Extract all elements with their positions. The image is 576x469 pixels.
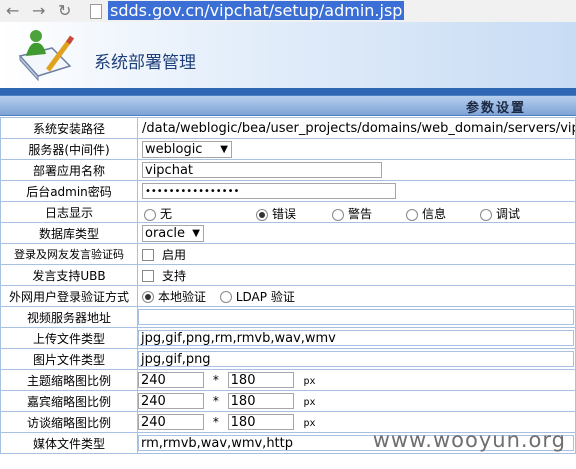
label-ubb: 发言支持UBB	[0, 264, 138, 286]
row-video-server: 视频服务器地址	[0, 306, 576, 328]
label-media-types: 媒体文件类型	[0, 432, 138, 454]
row-db-type: 数据库类型 oracle ▼	[0, 222, 576, 244]
radio-error[interactable]	[256, 208, 268, 221]
topic-thumb-width-input[interactable]: 240	[138, 372, 204, 388]
section-header: 参数设置	[0, 95, 576, 116]
label-upload-types: 上传文件类型	[0, 327, 138, 349]
interview-thumb-height-input[interactable]: 180	[227, 414, 294, 430]
row-topic-thumb: 主题缩略图比例 240 * 180 px	[0, 369, 576, 391]
video-server-input[interactable]	[138, 309, 574, 325]
server-select-value: weblogic	[145, 141, 203, 157]
image-types-input[interactable]: jpg,gif,png	[138, 351, 574, 367]
ldap-auth-label: LDAP 验证	[235, 289, 295, 304]
label-video-server: 视频服务器地址	[0, 306, 138, 328]
log-option-none[interactable]: 无	[144, 205, 172, 222]
log-option-error-label: 错误	[272, 207, 297, 221]
settings-form: 系统安装路径 /data/weblogic/bea/user_projects/…	[0, 117, 576, 454]
forward-arrow-icon[interactable]: →	[32, 1, 45, 21]
row-app-name: 部署应用名称 vipchat	[0, 159, 576, 181]
row-admin-password: 后台admin密码 ••••••••••••••••	[0, 180, 576, 202]
log-option-debug-label: 调试	[496, 207, 521, 221]
db-type-select[interactable]: oracle ▼	[142, 224, 204, 242]
guest-thumb-height-input[interactable]: 180	[227, 393, 294, 409]
row-server: 服务器(中间件) weblogic ▼	[0, 138, 576, 160]
label-server: 服务器(中间件)	[0, 138, 138, 160]
db-type-select-value: oracle	[145, 225, 186, 241]
topic-thumb-height-input[interactable]: 180	[227, 372, 294, 388]
label-interview-thumb: 访谈缩略图比例	[0, 411, 138, 433]
interview-thumb-sep: *	[212, 414, 219, 429]
header-band	[0, 88, 576, 95]
topic-thumb-unit: px	[303, 375, 316, 387]
radio-debug[interactable]	[480, 208, 492, 221]
browser-address-bar: ← → ↻ sdds.gov.cn/vipchat/setup/admin.js…	[0, 0, 576, 23]
ubb-option-label: 支持	[162, 268, 187, 283]
guest-thumb-width-input[interactable]: 240	[138, 393, 204, 409]
label-install-path: 系统安装路径	[0, 117, 138, 139]
log-option-warning[interactable]: 警告	[332, 205, 372, 222]
radio-warning[interactable]	[332, 208, 344, 221]
label-guest-thumb: 嘉宾缩略图比例	[0, 390, 138, 412]
upload-types-input[interactable]: jpg,gif,png,rm,rmvb,wav,wmv	[138, 330, 574, 346]
url-text[interactable]: sdds.gov.cn/vipchat/setup/admin.jsp	[108, 1, 405, 20]
log-option-info[interactable]: 信息	[406, 205, 446, 222]
server-select[interactable]: weblogic ▼	[142, 140, 232, 158]
topic-thumb-sep: *	[212, 372, 219, 387]
app-name-input[interactable]: vipchat	[142, 162, 382, 178]
radio-local-auth[interactable]	[142, 291, 154, 303]
page-icon	[90, 4, 102, 19]
captcha-option-label: 启用	[162, 247, 187, 262]
row-upload-types: 上传文件类型 jpg,gif,png,rm,rmvb,wav,wmv	[0, 327, 576, 349]
radio-ldap-auth[interactable]	[219, 291, 232, 303]
label-db-type: 数据库类型	[0, 222, 138, 244]
row-log-display: 日志显示 无 错误 警告 信息 调试	[0, 201, 576, 223]
row-guest-thumb: 嘉宾缩略图比例 240 * 180 px	[0, 390, 576, 412]
watermark: www.wooyun.org	[372, 428, 566, 452]
label-app-name: 部署应用名称	[0, 159, 138, 181]
label-captcha: 登录及网友发言验证码	[0, 243, 138, 265]
admin-password-input[interactable]: ••••••••••••••••	[142, 183, 396, 199]
captcha-checkbox[interactable]	[142, 249, 154, 261]
row-ubb: 发言支持UBB 支持	[0, 264, 576, 286]
log-option-debug[interactable]: 调试	[480, 205, 520, 222]
label-ext-login: 外网用户登录验证方式	[0, 285, 138, 307]
row-image-types: 图片文件类型 jpg,gif,png	[0, 348, 576, 370]
log-option-info-label: 信息	[422, 207, 447, 221]
label-log-display: 日志显示	[0, 201, 138, 223]
row-ext-login: 外网用户登录验证方式 本地验证 LDAP 验证	[0, 285, 576, 307]
interview-thumb-unit: px	[303, 417, 316, 429]
dropdown-arrow-icon: ▼	[220, 143, 228, 155]
header-banner	[0, 22, 576, 95]
reload-icon[interactable]: ↻	[58, 1, 71, 21]
dropdown-arrow-icon: ▼	[192, 227, 200, 239]
guest-thumb-sep: *	[212, 393, 219, 408]
admin-logo-icon	[18, 30, 75, 82]
banner-title: 系统部署管理	[94, 53, 196, 73]
back-arrow-icon[interactable]: ←	[6, 1, 19, 21]
radio-none[interactable]	[144, 208, 156, 221]
section-title: 参数设置	[465, 101, 526, 116]
log-option-error[interactable]: 错误	[256, 205, 296, 222]
row-install-path: 系统安装路径 /data/weblogic/bea/user_projects/…	[0, 117, 576, 139]
guest-thumb-unit: px	[303, 396, 316, 408]
label-image-types: 图片文件类型	[0, 348, 138, 370]
ubb-checkbox[interactable]	[142, 270, 154, 282]
label-topic-thumb: 主题缩略图比例	[0, 369, 138, 391]
log-option-none-label: 无	[160, 207, 173, 221]
radio-info[interactable]	[406, 208, 418, 221]
interview-thumb-width-input[interactable]: 240	[138, 414, 204, 430]
local-auth-label: 本地验证	[158, 289, 207, 304]
row-captcha: 登录及网友发言验证码 启用	[0, 243, 576, 265]
install-path-value: /data/weblogic/bea/user_projects/domains…	[142, 120, 576, 136]
log-option-warning-label: 警告	[348, 207, 373, 221]
label-admin-password: 后台admin密码	[0, 180, 138, 202]
